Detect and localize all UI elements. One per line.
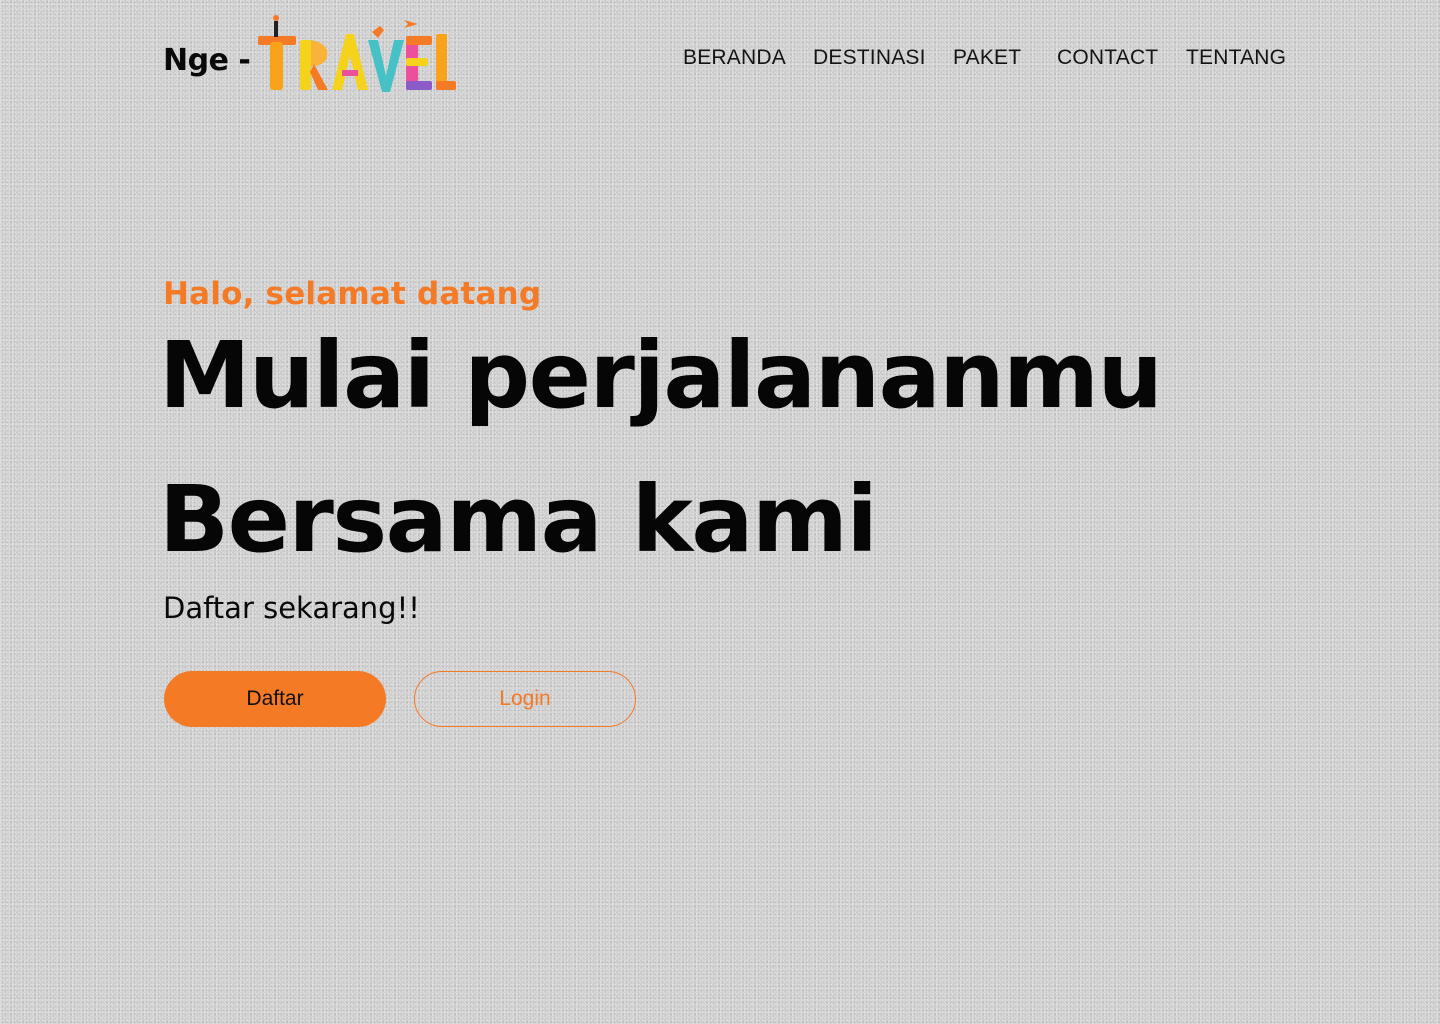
- nav-contact[interactable]: CONTACT: [1057, 46, 1158, 70]
- login-button-label: Login: [499, 687, 551, 710]
- register-button-label: Daftar: [246, 687, 304, 710]
- nav-paket[interactable]: PAKET: [953, 46, 1021, 70]
- site-header: Nge - BERANDA DESTINASI PAKET CONTACT TE…: [163, 12, 1286, 108]
- nav-tentang[interactable]: TENTANG: [1186, 46, 1286, 70]
- login-button[interactable]: Login: [414, 671, 636, 727]
- nav-destinasi[interactable]: DESTINASI: [813, 46, 926, 70]
- hero-subline: Daftar sekarang!!: [163, 591, 420, 625]
- register-button[interactable]: Daftar: [164, 671, 386, 727]
- hero-greeting: Halo, selamat datang: [163, 276, 542, 312]
- nav-beranda[interactable]: BERANDA: [683, 46, 786, 70]
- hero-headline-line1: Mulai perjalananmu: [159, 322, 1163, 429]
- hero-headline-line2: Bersama kami: [159, 466, 878, 573]
- main-nav: BERANDA DESTINASI PAKET CONTACT TENTANG: [163, 46, 1286, 74]
